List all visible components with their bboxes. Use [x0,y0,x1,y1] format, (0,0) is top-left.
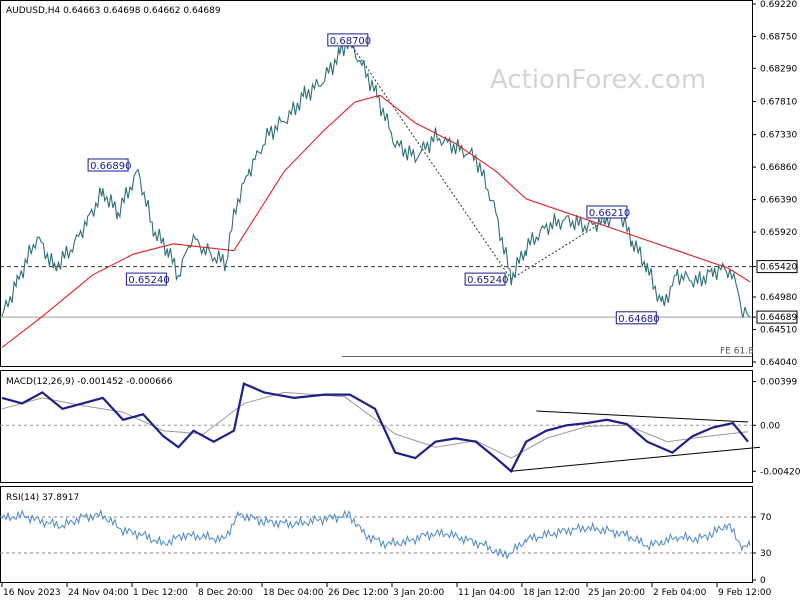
xtick-1: 24 Nov 04:00 [68,588,129,598]
rsi-pane [0,486,753,583]
price-ytick-11: 0.64510 [760,326,797,336]
watermark: ActionForex.com [490,65,706,95]
macd-ytick-2: -0.004206 [760,467,800,477]
price-ytick-8: 0.65420 [760,263,797,273]
macd-header: MACD(12,26,9) -0.001452 -0.000666 [6,377,173,387]
price-ytick-12: 0.64040 [760,358,797,368]
price-ytick-4: 0.67330 [760,131,797,141]
price-label-5: 0.64680 [618,314,659,325]
price-label-0: 0.68700 [330,36,371,47]
chart-canvas: ActionForex.com AUDUSD,H4 0.64663 0.6469… [0,0,800,598]
price-ytick-1: 0.68750 [760,33,797,43]
rsi-ytick-2: 0 [760,576,766,586]
xtick-6: 3 Jan 20:00 [393,588,445,598]
macd-ytick-0: 0.00399 [760,378,797,388]
xtick-4: 18 Dec 04:00 [263,588,324,598]
price-ytick-0: 0.69220 [760,0,797,10]
xtick-2: 1 Dec 12:00 [133,588,188,598]
price-ytick-5: 0.66860 [760,163,797,173]
price-ytick-6: 0.66390 [760,196,797,206]
price-label-1: 0.66890 [90,161,131,172]
price-header: AUDUSD,H4 0.64663 0.64698 0.64662 0.6468… [6,6,221,16]
price-label-4: 0.66210 [589,208,630,219]
xtick-8: 18 Jan 12:00 [523,588,580,598]
fe-label: FE 61.8 [720,346,754,356]
price-ytick-9: 0.64980 [760,293,797,303]
price-label-3: 0.65240 [467,275,508,286]
rsi-ytick-1: 30 [760,549,772,559]
xtick-0: 16 Nov 2023 [3,588,61,598]
xtick-10: 2 Feb 04:00 [653,588,707,598]
price-label-2: 0.65240 [128,275,169,286]
xtick-11: 9 Feb 12:00 [718,588,772,598]
price-ytick-3: 0.67810 [760,97,797,107]
price-ytick-2: 0.68290 [760,64,797,74]
rsi-ytick-0: 70 [760,513,772,523]
rsi-header: RSI(14) 37.8917 [6,493,79,503]
price-ytick-7: 0.65920 [760,228,797,238]
xtick-9: 25 Jan 20:00 [588,588,645,598]
xtick-7: 11 Jan 04:00 [458,588,515,598]
macd-pane [0,370,753,483]
price-ytick-10: 0.64689 [760,313,797,323]
macd-ytick-1: 0.00 [760,421,780,431]
xtick-5: 26 Dec 12:00 [328,588,389,598]
xtick-3: 8 Dec 20:00 [198,588,253,598]
